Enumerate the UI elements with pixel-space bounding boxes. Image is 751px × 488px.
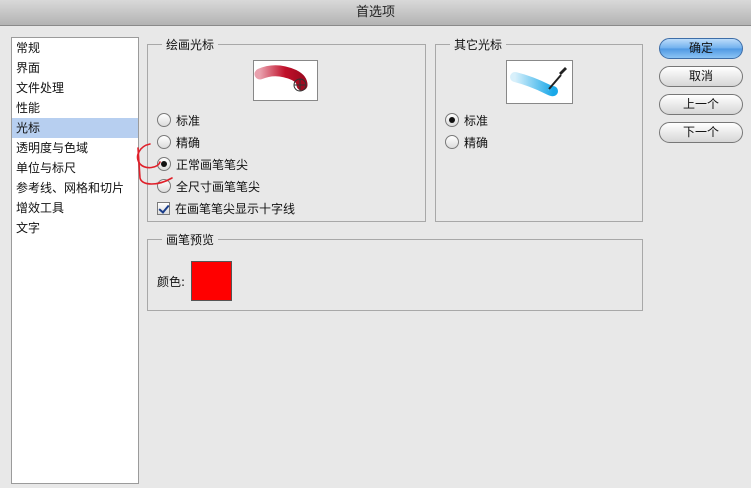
sidebar-item-transparency-gamut[interactable]: 透明度与色域	[12, 138, 138, 158]
painting-precise-label: 精确	[176, 135, 201, 150]
sidebar-item-performance[interactable]: 性能	[12, 98, 138, 118]
sidebar-item-plugins[interactable]: 增效工具	[12, 198, 138, 218]
other-cursor-preview	[506, 60, 573, 104]
category-list[interactable]: 常规 界面 文件处理 性能 光标 透明度与色域 单位与标尺 参考线、网格和切片 …	[11, 37, 139, 484]
painting-full-size-tip-option[interactable]: 全尺寸画笔笔尖	[157, 177, 260, 195]
cancel-button[interactable]: 取消	[659, 66, 743, 87]
painting-normal-tip-radio[interactable]	[157, 157, 171, 171]
next-button[interactable]: 下一个	[659, 122, 743, 143]
sidebar-item-units-rulers[interactable]: 单位与标尺	[12, 158, 138, 178]
brush-stroke-icon	[254, 65, 308, 92]
painting-normal-tip-option[interactable]: 正常画笔笔尖	[157, 155, 248, 173]
other-standard-radio[interactable]	[445, 113, 459, 127]
sidebar-item-general[interactable]: 常规	[12, 38, 138, 58]
painting-full-size-tip-radio[interactable]	[157, 179, 171, 193]
painting-standard-label: 标准	[176, 113, 201, 128]
sidebar-item-interface[interactable]: 界面	[12, 58, 138, 78]
sidebar-item-guides-grid-slices[interactable]: 参考线、网格和切片	[12, 178, 138, 198]
other-standard-option[interactable]: 标准	[445, 111, 488, 129]
window-title: 首选项	[0, 0, 751, 26]
ok-button[interactable]: 确定	[659, 38, 743, 59]
other-cursors-legend: 其它光标	[454, 38, 503, 52]
eyedropper-icon	[510, 67, 567, 97]
other-precise-label: 精确	[464, 135, 489, 150]
sidebar-item-cursors[interactable]: 光标	[12, 118, 138, 138]
painting-standard-option[interactable]: 标准	[157, 111, 200, 129]
previous-button[interactable]: 上一个	[659, 94, 743, 115]
other-precise-option[interactable]: 精确	[445, 133, 488, 151]
sidebar-item-type[interactable]: 文字	[12, 218, 138, 238]
painting-precise-radio[interactable]	[157, 135, 171, 149]
other-precise-radio[interactable]	[445, 135, 459, 149]
painting-precise-option[interactable]: 精确	[157, 133, 200, 151]
sidebar-item-file-handling[interactable]: 文件处理	[12, 78, 138, 98]
painting-full-size-tip-label: 全尺寸画笔笔尖	[176, 179, 261, 194]
other-standard-label: 标准	[464, 113, 489, 128]
crosshair-label: 在画笔笔尖显示十字线	[175, 201, 296, 216]
painting-standard-radio[interactable]	[157, 113, 171, 127]
brush-preview-color-swatch[interactable]	[191, 261, 232, 301]
painting-cursor-preview	[253, 60, 318, 101]
painting-normal-tip-label: 正常画笔笔尖	[176, 157, 249, 172]
crosshair-checkbox[interactable]	[157, 201, 170, 215]
painting-cursors-legend: 绘画光标	[166, 38, 215, 52]
crosshair-option[interactable]: 在画笔笔尖显示十字线	[157, 199, 295, 217]
brush-preview-legend: 画笔预览	[166, 233, 215, 247]
color-label: 颜色:	[157, 275, 186, 289]
